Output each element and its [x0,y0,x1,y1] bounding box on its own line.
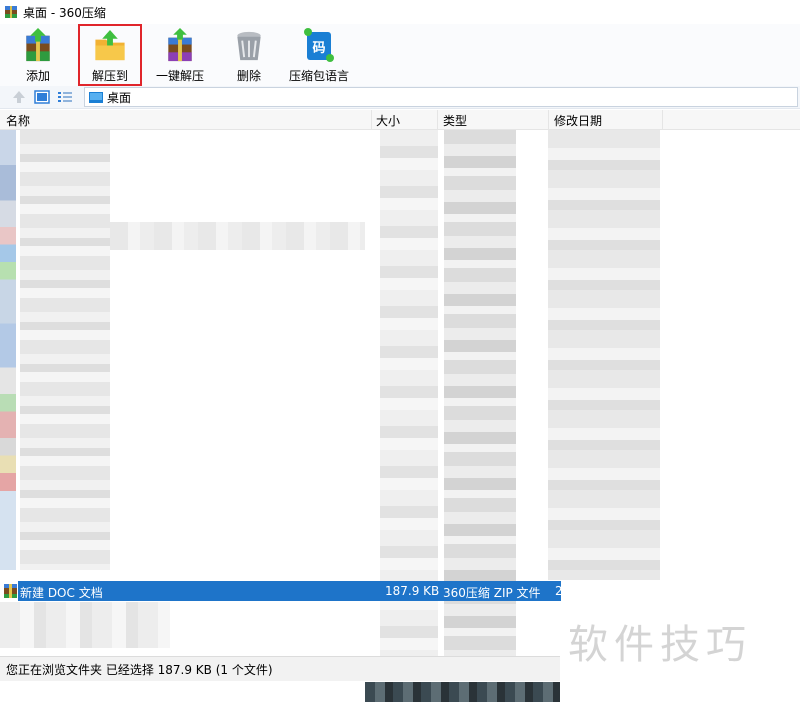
window-title: 桌面 - 360压缩 [23,5,106,20]
column-modified[interactable]: 修改日期 [554,112,602,129]
details-view-icon[interactable] [57,89,73,105]
name-column-blur [20,130,110,570]
delete-label: 删除 [236,69,261,83]
icon-column-blur [0,130,16,570]
selected-file-type: 360压缩 ZIP 文件 [443,586,541,600]
selected-file-row[interactable]: 新建 DOC 文档 187.9 KB 360压缩 ZIP 文件 2 [18,581,563,601]
archive-language-button[interactable]: 码 压缩包语言 [286,26,352,84]
taskbar-blur [365,682,560,702]
archive-add-icon [26,28,50,62]
watermark-text: 软件技巧 [568,622,752,668]
add-label: 添加 [25,69,50,83]
one-click-extract-icon [168,28,192,62]
navigation-bar: 桌面 [0,86,800,109]
date-column-blur [548,130,660,580]
desktop-icon [89,91,103,103]
app-icon [5,6,17,18]
current-path: 桌面 [107,90,132,105]
selected-file-name: 新建 DOC 文档 [20,586,103,600]
selected-file-size: 187.9 KB [385,584,440,598]
selected-file-extra: 2 [555,584,563,598]
size-column-blur [380,130,438,656]
status-bar: 您正在浏览文件夹 已经选择 187.9 KB (1 个文件) [0,656,560,681]
add-button[interactable]: 添加 [16,26,60,84]
encoding-glyph: 码 [312,41,326,56]
one-click-extract-label: 一键解压 [155,69,204,83]
extract-folder-icon [95,29,125,61]
extract-to-label: 解压到 [91,69,128,83]
title-bar: 桌面 - 360压缩 [0,0,800,24]
path-input[interactable]: 桌面 [84,87,798,107]
column-type[interactable]: 类型 [443,112,467,129]
lower-rows-blur [0,602,170,648]
up-arrow-icon[interactable] [11,89,27,105]
column-size[interactable]: 大小 [376,112,400,129]
status-text: 您正在浏览文件夹 已经选择 187.9 KB (1 个文件) [6,662,273,677]
large-icon-view-icon[interactable] [34,89,50,105]
trash-icon [237,31,261,61]
column-name[interactable]: 名称 [6,112,30,129]
delete-button[interactable]: 删除 [228,26,270,84]
toolbar: 添加 解压到 一键解压 删除 码 压缩包语言 [0,24,800,86]
file-list[interactable] [0,130,800,656]
one-click-extract-button[interactable]: 一键解压 [152,26,208,84]
extract-to-button[interactable]: 解压到 [78,24,142,86]
archive-language-label: 压缩包语言 [288,69,349,83]
encoding-icon: 码 [301,28,337,63]
zip-file-icon [4,584,17,598]
type-column-blur [444,130,516,656]
file-list-header: 名称 大小 类型 修改日期 [0,110,800,130]
long-name-blur [110,222,365,250]
